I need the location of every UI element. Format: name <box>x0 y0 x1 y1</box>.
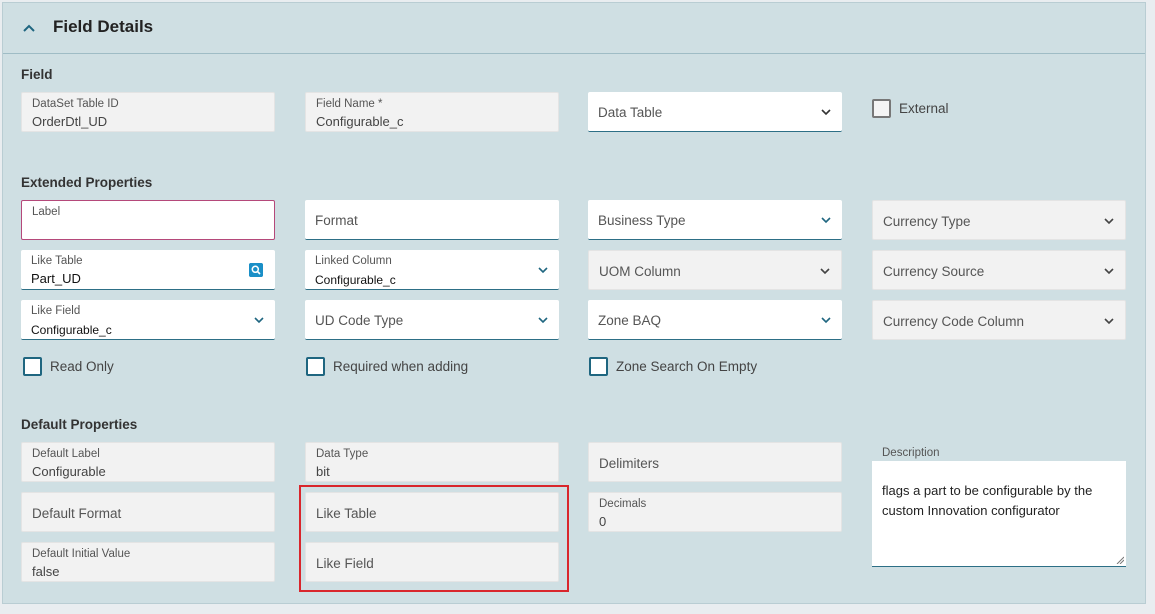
field-value: false <box>32 564 60 579</box>
linked-column-select[interactable]: Linked Column Configurable_c <box>305 250 559 290</box>
default-format-field: Default Format <box>21 492 275 532</box>
section-title-default: Default Properties <box>21 417 138 432</box>
dataset-table-id-field: DataSet Table ID OrderDtl_UD <box>21 92 275 132</box>
field-value: Configurable_c <box>315 273 396 287</box>
checkbox-box[interactable] <box>589 357 608 376</box>
like-field-select[interactable]: Like Field Configurable_c <box>21 300 275 340</box>
select-placeholder: Currency Code Column <box>883 314 1025 329</box>
external-checkbox[interactable]: External <box>872 99 992 119</box>
chevron-down-icon <box>1104 268 1114 275</box>
field-placeholder: Default Format <box>32 506 122 521</box>
section-title-field: Field <box>21 67 53 82</box>
field-label: Label <box>32 206 61 218</box>
chevron-down-icon[interactable] <box>820 107 832 117</box>
section-title-extended: Extended Properties <box>21 175 153 190</box>
delimiters-field: Delimiters <box>588 442 842 482</box>
default-initial-value-field: Default Initial Value false <box>21 542 275 582</box>
panel-header[interactable]: Field Details <box>3 3 1145 54</box>
checkbox-label: Zone Search On Empty <box>616 359 758 374</box>
uom-column-select: UOM Column <box>588 250 842 290</box>
checkbox-label: Read Only <box>50 359 114 374</box>
default-label-field: Default Label Configurable <box>21 442 275 482</box>
highlight-box <box>299 485 569 592</box>
business-type-select[interactable]: Business Type <box>588 200 842 240</box>
select-placeholder: UD Code Type <box>315 313 404 328</box>
field-label: Like Field <box>31 305 81 317</box>
field-label: Field Name * <box>316 98 383 110</box>
field-label: Decimals <box>599 498 647 510</box>
chevron-down-icon <box>820 268 830 275</box>
resize-grip-icon[interactable] <box>1116 556 1124 564</box>
read-only-checkbox[interactable]: Read Only <box>23 357 143 377</box>
chevron-down-icon[interactable] <box>253 315 265 325</box>
required-when-adding-checkbox[interactable]: Required when adding <box>306 357 506 377</box>
chevron-down-icon <box>1104 218 1114 225</box>
field-value: Configurable_c <box>31 323 112 337</box>
description-text: flags a part to be configurable by the c… <box>882 483 1093 518</box>
format-input[interactable]: Format <box>305 200 559 240</box>
field-label: DataSet Table ID <box>32 98 119 110</box>
chevron-down-icon[interactable] <box>537 265 549 275</box>
field-label: Default Initial Value <box>32 548 131 560</box>
field-placeholder: Delimiters <box>599 456 660 471</box>
field-label: Data Type <box>316 448 369 460</box>
checkbox-label: External <box>899 101 949 116</box>
chevron-down-icon[interactable] <box>820 315 832 325</box>
data-table-select[interactable]: Data Table <box>588 92 842 132</box>
label-input[interactable]: Label <box>21 200 275 240</box>
checkbox-box[interactable] <box>306 357 325 376</box>
description-label: Description <box>882 447 940 459</box>
decimals-field: Decimals 0 <box>588 492 842 532</box>
currency-type-select: Currency Type <box>872 200 1126 240</box>
checkbox-box[interactable] <box>872 99 891 118</box>
currency-code-column-select: Currency Code Column <box>872 300 1126 340</box>
select-placeholder: UOM Column <box>599 264 681 279</box>
select-placeholder: Currency Source <box>883 264 985 279</box>
search-icon[interactable] <box>249 263 263 277</box>
field-label: Linked Column <box>315 255 392 267</box>
field-label: Like Table <box>31 255 83 267</box>
chevron-up-icon[interactable] <box>21 20 37 36</box>
checkbox-label: Required when adding <box>333 359 469 374</box>
description-textarea[interactable]: flags a part to be configurable by the c… <box>872 461 1126 567</box>
select-placeholder: Zone BAQ <box>598 313 662 328</box>
field-value: OrderDtl_UD <box>32 114 108 129</box>
ud-code-type-select[interactable]: UD Code Type <box>305 300 559 340</box>
field-name-field: Field Name * Configurable_c <box>305 92 559 132</box>
zone-baq-select[interactable]: Zone BAQ <box>588 300 842 340</box>
select-placeholder: Currency Type <box>883 214 971 229</box>
select-placeholder: Data Table <box>598 105 663 120</box>
data-type-field: Data Type bit <box>305 442 559 482</box>
field-value: Configurable_c <box>316 114 404 129</box>
field-details-panel: Field Details Field DataSet Table ID Ord… <box>2 2 1146 604</box>
currency-source-select: Currency Source <box>872 250 1126 290</box>
select-placeholder: Business Type <box>598 213 686 228</box>
field-label: Default Label <box>32 448 100 460</box>
field-value: Part_UD <box>31 271 81 286</box>
field-value: bit <box>316 464 330 479</box>
checkbox-box[interactable] <box>23 357 42 376</box>
input-placeholder: Format <box>315 213 358 228</box>
chevron-down-icon <box>1104 318 1114 325</box>
chevron-down-icon[interactable] <box>537 315 549 325</box>
zone-search-on-empty-checkbox[interactable]: Zone Search On Empty <box>589 357 789 377</box>
chevron-down-icon[interactable] <box>820 215 832 225</box>
field-value: Configurable <box>32 464 106 479</box>
like-table-input[interactable]: Like Table Part_UD <box>21 250 275 290</box>
panel-title: Field Details <box>53 17 154 36</box>
field-value: 0 <box>599 514 607 529</box>
